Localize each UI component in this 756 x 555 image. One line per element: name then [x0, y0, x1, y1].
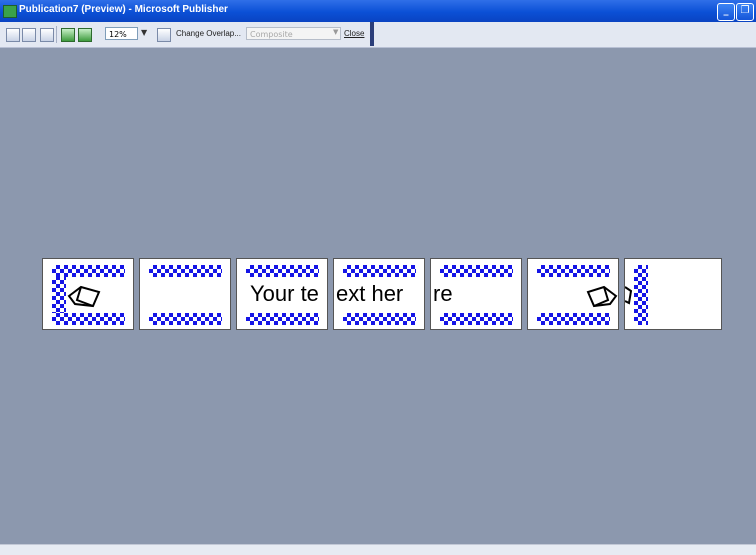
color-mode-dropdown-arrow-icon[interactable]: ▼ — [333, 28, 338, 36]
banner-page-4: ext her — [333, 258, 425, 330]
minimize-button[interactable]: _ — [717, 3, 735, 21]
change-overlap-icon[interactable] — [157, 28, 171, 42]
status-bar — [0, 544, 756, 555]
checker-border-bottom — [343, 313, 416, 325]
banner-page-1 — [42, 258, 134, 330]
checker-border-right — [634, 265, 648, 325]
banner-page-6 — [527, 258, 619, 330]
checker-border-bottom — [149, 313, 222, 325]
previous-page-icon[interactable] — [6, 28, 20, 42]
checker-border-top — [246, 265, 319, 277]
banner-preview: Your te ext her re — [42, 258, 724, 332]
print-preview-toolbar: 12% ▼ Change Overlap... Composite ▼ Clos… — [0, 22, 756, 48]
book-icon — [67, 285, 101, 308]
banner-text-fragment: ext her — [336, 281, 404, 306]
window-title: Publication7 (Preview) - Microsoft Publi… — [19, 4, 228, 15]
toolbar-separator — [56, 26, 57, 43]
one-page-icon[interactable] — [61, 28, 75, 42]
publisher-app-icon[interactable] — [3, 5, 17, 18]
close-preview-button[interactable]: Close — [344, 29, 364, 38]
banner-page-2 — [139, 258, 231, 330]
banner-text-fragment: Your te — [250, 281, 319, 306]
checker-border-bottom — [537, 313, 610, 325]
checker-border-top — [149, 265, 222, 277]
print-icon[interactable] — [40, 28, 54, 42]
title-bar: Publication7 (Preview) - Microsoft Publi… — [0, 0, 756, 22]
book-icon-edge — [625, 286, 633, 305]
zoom-input[interactable]: 12% — [105, 27, 138, 40]
zoom-dropdown-arrow-icon[interactable]: ▼ — [141, 28, 147, 37]
checker-border-top — [440, 265, 513, 277]
change-overlap-button[interactable]: Change Overlap... — [176, 29, 241, 38]
multiple-pages-icon[interactable] — [78, 28, 92, 42]
checker-border-bottom — [246, 313, 319, 325]
checker-border-top — [343, 265, 416, 277]
toolbar-grip[interactable] — [370, 22, 374, 46]
banner-page-3: Your te — [236, 258, 328, 330]
checker-border-bottom — [440, 313, 513, 325]
checker-border-bottom — [52, 313, 125, 325]
next-page-icon[interactable] — [22, 28, 36, 42]
checker-border-left — [52, 276, 66, 315]
banner-page-5: re — [430, 258, 522, 330]
checker-border-top — [537, 265, 610, 277]
color-mode-select[interactable]: Composite — [246, 27, 341, 40]
banner-text-fragment: re — [433, 281, 453, 306]
book-icon — [586, 285, 618, 308]
banner-page-7 — [624, 258, 722, 330]
restore-button[interactable]: ❐ — [736, 3, 754, 21]
